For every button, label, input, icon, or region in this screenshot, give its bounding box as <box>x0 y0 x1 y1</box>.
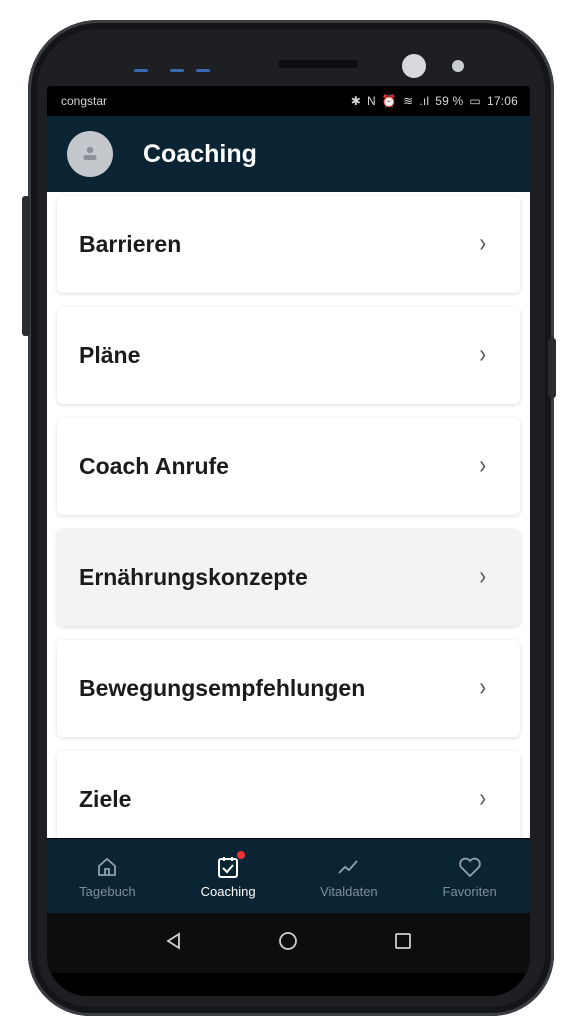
clock: 17:06 <box>486 94 518 108</box>
carrier-label: congstar <box>61 94 108 108</box>
chevron-right-icon: › <box>479 562 486 592</box>
menu-item-ernaehrungskonzepte[interactable]: Ernährungskonzepte › <box>57 529 520 626</box>
volume-button <box>22 196 30 336</box>
chevron-right-icon: › <box>479 340 486 370</box>
chevron-right-icon: › <box>479 784 486 814</box>
sensor-light <box>134 69 148 72</box>
chevron-right-icon: › <box>479 451 486 481</box>
recent-apps-icon[interactable] <box>393 931 413 956</box>
notification-badge <box>237 850 246 859</box>
app-header: Coaching <box>47 116 530 192</box>
menu-item-label: Pläne <box>79 342 141 368</box>
bluetooth-icon: ✱ <box>350 94 362 108</box>
status-bar: congstar ✱ N ⏰ ≋ .ıl 59 % ▭ 17:06 <box>47 86 530 116</box>
sensor-light <box>196 69 210 72</box>
tab-label: Vitaldaten <box>320 883 378 899</box>
earpiece-speaker <box>278 60 358 68</box>
heart-icon <box>458 854 482 880</box>
menu-item-label: Barrieren <box>79 231 182 257</box>
proximity-sensor <box>452 60 464 72</box>
back-icon[interactable] <box>164 931 184 956</box>
menu-item-label: Ziele <box>79 786 132 812</box>
home-icon <box>96 854 118 880</box>
chevron-right-icon: › <box>479 673 486 703</box>
menu-item-label: Bewegungsempfehlungen <box>79 675 366 701</box>
menu-item-barrieren[interactable]: Barrieren › <box>57 196 520 293</box>
tab-label: Favoriten <box>442 883 497 899</box>
tab-coaching[interactable]: Coaching <box>173 850 283 899</box>
nfc-icon: N <box>367 94 376 108</box>
power-button <box>548 338 556 398</box>
trend-icon <box>337 854 361 880</box>
phone-screen: congstar ✱ N ⏰ ≋ .ıl 59 % ▭ 17:06 Coachi… <box>47 86 530 996</box>
menu-item-ziele[interactable]: Ziele › <box>57 751 520 838</box>
battery-icon: ▭ <box>469 94 481 108</box>
status-icons: ✱ N ⏰ ≋ .ıl 59 % ▭ 17:06 <box>351 94 518 108</box>
page-title: Coaching <box>143 139 257 168</box>
sensor-light <box>170 69 184 72</box>
bottom-tab-bar: Tagebuch Coaching Vitaldaten Favoriten <box>47 839 530 913</box>
tab-label: Coaching <box>200 883 256 899</box>
chevron-right-icon: › <box>479 229 486 259</box>
front-camera <box>402 54 426 78</box>
phone-top-bezel <box>28 20 554 90</box>
menu-item-plaene[interactable]: Pläne › <box>57 307 520 404</box>
menu-item-label: Coach Anrufe <box>79 453 229 479</box>
menu-item-coach-anrufe[interactable]: Coach Anrufe › <box>57 418 520 515</box>
tab-vitaldaten[interactable]: Vitaldaten <box>294 854 404 899</box>
battery-percent: 59 % <box>435 94 464 108</box>
android-nav-bar <box>47 913 530 973</box>
menu-item-bewegungsempfehlungen[interactable]: Bewegungsempfehlungen › <box>57 640 520 737</box>
signal-icon: .ıl <box>419 94 430 108</box>
tab-label: Tagebuch <box>79 883 136 899</box>
coaching-menu-list: Barrieren › Pläne › Coach Anrufe › Ernäh… <box>47 192 530 838</box>
home-button-icon[interactable] <box>277 930 299 957</box>
checklist-icon <box>217 850 246 880</box>
alarm-icon: ⏰ <box>381 94 398 108</box>
tab-tagebuch[interactable]: Tagebuch <box>52 854 162 899</box>
tab-favoriten[interactable]: Favoriten <box>415 854 525 899</box>
wifi-icon: ≋ <box>403 94 414 108</box>
menu-item-label: Ernährungskonzepte <box>79 564 308 590</box>
user-avatar-icon[interactable] <box>67 131 113 177</box>
